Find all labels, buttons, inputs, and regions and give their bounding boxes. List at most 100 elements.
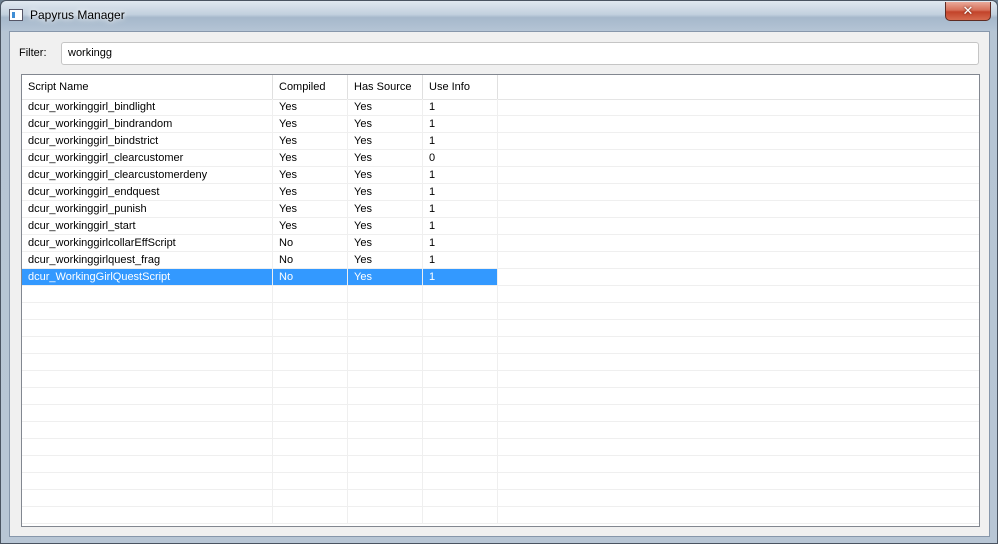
use-info-cell: 0 (423, 150, 498, 166)
empty-cell (423, 320, 498, 336)
empty-cell (22, 303, 273, 319)
empty-table-row (22, 456, 979, 473)
empty-cell (498, 150, 979, 166)
empty-cell (423, 388, 498, 404)
empty-cell (273, 456, 348, 472)
window-title: Papyrus Manager (30, 8, 125, 22)
table-row[interactable]: dcur_workinggirl_bindlight Yes Yes 1 (22, 99, 979, 116)
empty-cell (498, 252, 979, 268)
empty-table-row (22, 507, 979, 524)
has-source-cell: Yes (348, 99, 423, 115)
empty-cell (498, 422, 979, 438)
empty-table-row (22, 286, 979, 303)
compiled-cell: Yes (273, 167, 348, 183)
table-row[interactable]: dcur_workinggirl_start Yes Yes 1 (22, 218, 979, 235)
use-info-cell: 1 (423, 269, 498, 285)
script-name-cell: dcur_workinggirl_start (22, 218, 273, 234)
empty-cell (423, 422, 498, 438)
column-header-has-source[interactable]: Has Source (348, 75, 423, 99)
table-row[interactable]: dcur_workinggirl_punish Yes Yes 1 (22, 201, 979, 218)
empty-cell (348, 388, 423, 404)
has-source-cell: Yes (348, 252, 423, 268)
empty-cell (498, 218, 979, 234)
empty-cell (423, 337, 498, 353)
window-app-icon (9, 9, 23, 21)
filter-label: Filter: (19, 47, 47, 59)
table-row[interactable]: dcur_WorkingGirlQuestScript No Yes 1 (22, 269, 979, 286)
empty-cell (498, 490, 979, 506)
compiled-cell: Yes (273, 184, 348, 200)
table-row[interactable]: dcur_workinggirlquest_frag No Yes 1 (22, 252, 979, 269)
compiled-cell: No (273, 235, 348, 251)
empty-cell (498, 337, 979, 353)
table-row[interactable]: dcur_workinggirl_bindstrict Yes Yes 1 (22, 133, 979, 150)
use-info-cell: 1 (423, 99, 498, 115)
column-header-use-info[interactable]: Use Info (423, 75, 498, 99)
table-row[interactable]: dcur_workinggirl_clearcustomerdeny Yes Yes… (22, 167, 979, 184)
empty-cell (273, 507, 348, 523)
script-name-cell: dcur_workinggirlcollarEffScript (22, 235, 273, 251)
empty-cell (498, 184, 979, 200)
empty-cell (348, 422, 423, 438)
close-button[interactable]: ✕ (945, 2, 991, 21)
empty-cell (22, 286, 273, 302)
empty-cell (348, 405, 423, 421)
compiled-cell: Yes (273, 150, 348, 166)
empty-cell (273, 473, 348, 489)
empty-cell (498, 388, 979, 404)
script-name-cell: dcur_workinggirl_clearcustomerdeny (22, 167, 273, 183)
use-info-cell: 1 (423, 201, 498, 217)
use-info-cell: 1 (423, 218, 498, 234)
empty-table-row (22, 371, 979, 388)
client-area: Filter: workingg Script Name Compiled Ha… (9, 31, 990, 537)
has-source-cell: Yes (348, 116, 423, 132)
empty-table-row (22, 337, 979, 354)
table-row[interactable]: dcur_workinggirl_clearcustomer Yes Yes 0 (22, 150, 979, 167)
empty-cell (22, 337, 273, 353)
empty-cell (423, 405, 498, 421)
empty-cell (273, 490, 348, 506)
has-source-cell: Yes (348, 133, 423, 149)
empty-cell (423, 490, 498, 506)
empty-table-row (22, 320, 979, 337)
empty-cell (348, 490, 423, 506)
empty-cell (498, 167, 979, 183)
table-row[interactable]: dcur_workinggirl_endquest Yes Yes 1 (22, 184, 979, 201)
empty-cell (22, 490, 273, 506)
empty-table-row (22, 388, 979, 405)
empty-cell (498, 473, 979, 489)
filter-input[interactable]: workingg (61, 42, 979, 65)
use-info-cell: 1 (423, 184, 498, 200)
empty-cell (273, 286, 348, 302)
column-header-script-name[interactable]: Script Name (22, 75, 273, 99)
empty-cell (423, 507, 498, 523)
empty-cell (22, 422, 273, 438)
empty-cell (348, 303, 423, 319)
has-source-cell: Yes (348, 201, 423, 217)
script-name-cell: dcur_workinggirlquest_frag (22, 252, 273, 268)
empty-cell (498, 269, 979, 285)
empty-cell (22, 320, 273, 336)
empty-cell (22, 507, 273, 523)
empty-cell (22, 456, 273, 472)
compiled-cell: Yes (273, 218, 348, 234)
use-info-cell: 1 (423, 116, 498, 132)
empty-cell (423, 371, 498, 387)
empty-cell (498, 456, 979, 472)
empty-cell (498, 371, 979, 387)
empty-cell (273, 337, 348, 353)
table-row[interactable]: dcur_workinggirlcollarEffScript No Yes 1 (22, 235, 979, 252)
title-bar[interactable]: Papyrus Manager ✕ (1, 1, 997, 31)
compiled-cell: Yes (273, 201, 348, 217)
empty-cell (22, 371, 273, 387)
table-row[interactable]: dcur_workinggirl_bindrandom Yes Yes 1 (22, 116, 979, 133)
empty-cell (423, 354, 498, 370)
empty-cell (348, 473, 423, 489)
compiled-cell: Yes (273, 99, 348, 115)
script-name-cell: dcur_workinggirl_bindrandom (22, 116, 273, 132)
script-name-cell: dcur_workinggirl_punish (22, 201, 273, 217)
column-header-compiled[interactable]: Compiled (273, 75, 348, 99)
empty-cell (348, 286, 423, 302)
empty-cell (273, 405, 348, 421)
script-table[interactable]: Script Name Compiled Has Source Use Info… (21, 74, 980, 527)
